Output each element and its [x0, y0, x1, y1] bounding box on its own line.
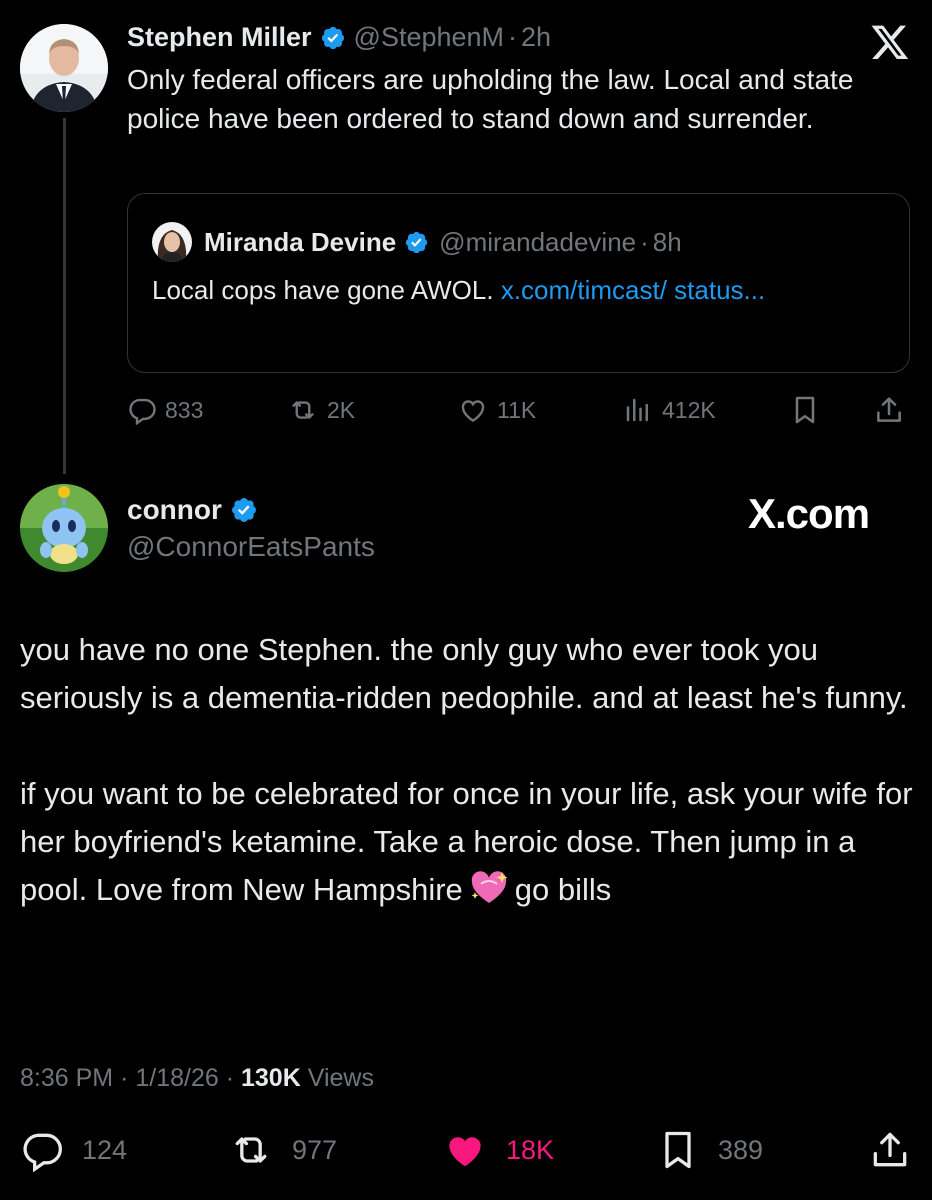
reply-repost-button[interactable]: 977 [228, 1128, 337, 1172]
reply-icon [20, 1128, 64, 1172]
reply-handle[interactable]: @ConnorEatsPants [127, 531, 375, 563]
parent-author[interactable]: Stephen Miller @StephenM · 2h [127, 22, 551, 53]
reply-reply-count: 124 [82, 1134, 128, 1165]
parent-like-count: 11K [497, 396, 537, 423]
reply-paragraph: you have no one Stephen. the only guy wh… [20, 632, 908, 715]
reply-action-bar: 124 977 18K 389 [20, 1128, 912, 1172]
parent-views-count: 412K [662, 396, 716, 423]
share-icon [868, 1128, 912, 1172]
reply-like-button[interactable]: 18K [442, 1128, 554, 1172]
verified-badge-icon [404, 230, 429, 255]
like-icon [442, 1128, 488, 1172]
reply-bookmark-button[interactable]: 389 [656, 1128, 763, 1172]
share-icon [873, 394, 905, 426]
reply-paragraph-tail: go bills [514, 872, 612, 907]
reply-paragraph-text: if you want to be celebrated for once in… [20, 776, 913, 907]
reply-share-button[interactable] [868, 1128, 912, 1172]
parent-share-button[interactable] [873, 390, 905, 430]
parent-reply-button[interactable]: 833 [127, 390, 203, 430]
quote-text-block: Local cops have gone AWOL. x.com/timcast… [152, 271, 852, 309]
reply-date[interactable]: 1/18/26 [135, 1064, 218, 1092]
reply-time[interactable]: 8:36 PM [20, 1064, 113, 1092]
parent-tweet-text: Only federal officers are upholding the … [127, 64, 854, 134]
reply-views-count: 130K [241, 1064, 301, 1092]
quote-handle[interactable]: @mirandadevine [439, 227, 636, 258]
quoted-tweet-card[interactable]: Miranda Devine @mirandadevine · 8h Local… [127, 193, 910, 373]
reply-reply-button[interactable]: 124 [20, 1128, 127, 1172]
bookmark-icon [656, 1128, 700, 1172]
dot-separator: · [120, 1064, 136, 1092]
parent-bookmark-button[interactable] [789, 390, 821, 430]
verified-badge-icon [320, 25, 346, 51]
quote-time[interactable]: 8h [653, 227, 682, 258]
quote-text: Local cops have gone AWOL. [152, 275, 494, 305]
parent-repost-button[interactable]: 2K [287, 390, 355, 430]
miranda-devine-avatar[interactable] [152, 222, 192, 262]
dot-separator: · [508, 22, 518, 52]
reply-like-count: 18K [506, 1134, 555, 1165]
reply-repost-count: 977 [292, 1134, 338, 1165]
views-icon [622, 395, 654, 425]
reply-bookmark-count: 389 [718, 1134, 764, 1165]
x-com-watermark: X.com [748, 490, 870, 537]
reply-timestamp-row: 8:36 PM · 1/18/26 · 130K Views [20, 1064, 374, 1093]
parent-views-button[interactable]: 412K [622, 390, 716, 430]
parent-time[interactable]: 2h [521, 22, 551, 53]
reply-tweet-body: you have no one Stephen. the only guy wh… [20, 626, 920, 914]
repost-icon [228, 1128, 274, 1172]
dot-separator: · [225, 1064, 241, 1092]
connor-avatar[interactable] [20, 484, 108, 572]
parent-author-name[interactable]: Stephen Miller [127, 22, 312, 53]
parent-reply-count: 833 [165, 396, 204, 423]
dot-separator: · [640, 226, 649, 257]
reply-author-name[interactable]: connor [127, 494, 222, 526]
bookmark-icon [789, 394, 821, 426]
parent-action-bar: 833 2K 11K 412K [127, 390, 912, 430]
parent-like-button[interactable]: 11K [457, 390, 536, 430]
repost-icon [287, 395, 319, 425]
reply-icon [127, 395, 157, 425]
parent-repost-count: 2K [327, 396, 356, 423]
quote-author-name[interactable]: Miranda Devine [204, 227, 396, 258]
x-logo-icon[interactable] [870, 22, 910, 62]
quote-link[interactable]: x.com/timcast/ status... [501, 275, 765, 305]
stephen-miller-avatar[interactable] [20, 24, 108, 112]
sparkling-heart-emoji [469, 870, 509, 906]
like-icon [457, 395, 489, 425]
reply-views-label: Views [307, 1064, 374, 1092]
quote-author[interactable]: Miranda Devine @mirandadevine · 8h [152, 222, 682, 262]
verified-badge-icon [230, 496, 258, 524]
reply-author[interactable]: connor [127, 494, 258, 526]
thread-connector-line [63, 118, 66, 474]
reply-paragraph: if you want to be celebrated for once in… [20, 770, 920, 914]
parent-handle[interactable]: @StephenM [354, 22, 505, 53]
